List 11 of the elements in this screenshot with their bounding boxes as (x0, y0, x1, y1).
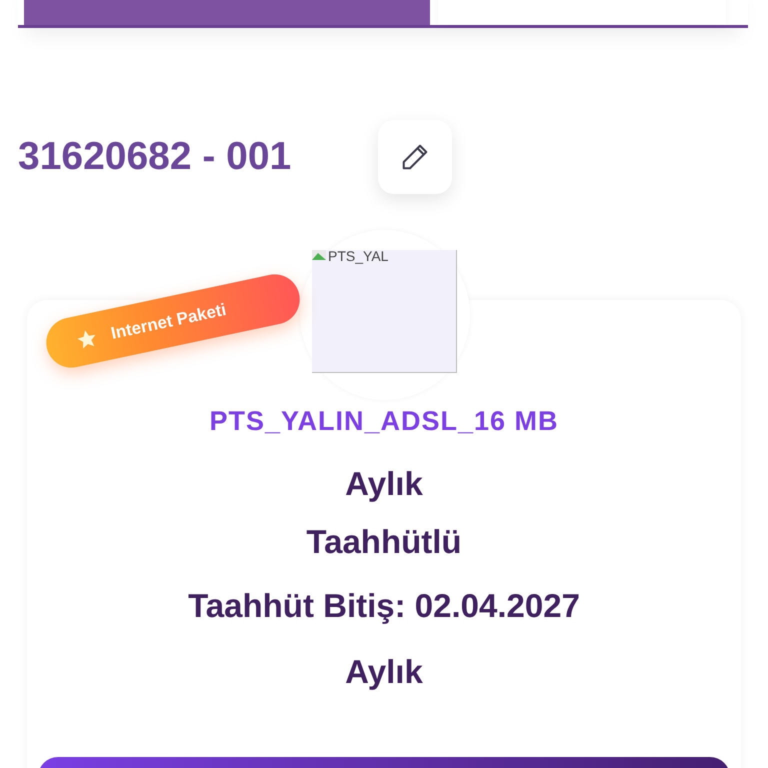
badge-label: Internet Paketi (109, 300, 228, 344)
package-detail: Aylık (345, 653, 423, 691)
broken-image-icon (312, 250, 326, 260)
package-detail: Taahhütlü (306, 523, 462, 561)
edit-button[interactable] (378, 120, 452, 194)
package-name: PTS_YALIN_ADSL_16 MB (209, 406, 559, 437)
pencil-icon (400, 142, 430, 172)
package-detail: Aylık (345, 465, 423, 503)
image-alt-text: PTS_YAL (328, 250, 388, 262)
package-detail: Taahhüt Bitiş: 02.04.2027 (188, 587, 580, 625)
subscription-number: 31620682 - 001 (18, 135, 292, 179)
